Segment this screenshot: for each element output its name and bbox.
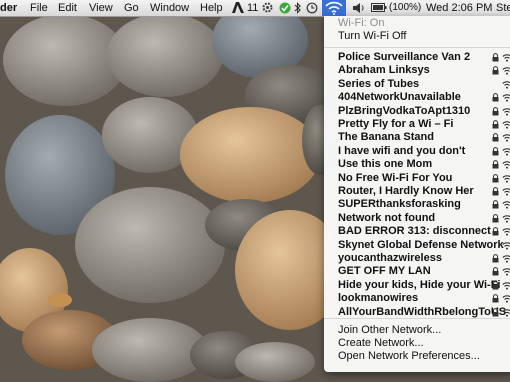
create-network-item[interactable]: Create Network...: [324, 337, 510, 350]
adobe-icon[interactable]: [232, 2, 244, 17]
network-item[interactable]: Use this one Mom: [324, 158, 510, 171]
menu-separator: [324, 47, 510, 48]
network-name: No Free Wi-Fi For You: [338, 171, 453, 184]
menu-go[interactable]: Go: [124, 1, 139, 15]
gear-icon[interactable]: [262, 2, 273, 17]
network-name: PlzBringVodkaToApt1310: [338, 104, 471, 117]
network-item[interactable]: Police Surveillance Van 2: [324, 51, 510, 64]
join-other-network-item[interactable]: Join Other Network...: [324, 324, 510, 337]
network-item[interactable]: Pretty Fly for a Wi – Fi: [324, 118, 510, 131]
network-item[interactable]: Skynet Global Defense Network: [324, 239, 510, 252]
network-name: AllYourBandWidthRbelongToUS: [338, 305, 507, 318]
network-item[interactable]: GET OFF MY LAN: [324, 265, 510, 278]
network-item[interactable]: 404NetworkUnavailable: [324, 91, 510, 104]
menu-help[interactable]: Help: [200, 1, 223, 15]
network-name: 404NetworkUnavailable: [338, 91, 461, 104]
network-name: Pretty Fly for a Wi – Fi: [338, 118, 454, 130]
menu-file[interactable]: File: [30, 1, 48, 15]
network-name: Use this one Mom: [338, 158, 433, 171]
network-name: SUPERthanksforasking: [338, 198, 461, 211]
network-name: The Banana Stand: [338, 131, 434, 144]
network-name: Police Surveillance Van 2: [338, 51, 471, 63]
network-name: youcanthazwireless: [338, 252, 442, 264]
time-machine-icon[interactable]: [306, 2, 318, 18]
menu-window[interactable]: Window: [150, 1, 189, 15]
adobe-badge-count: 11: [247, 2, 259, 14]
wifi-menu-icon[interactable]: [322, 0, 346, 16]
open-network-preferences-item[interactable]: Open Network Preferences...: [324, 350, 510, 363]
network-name: lookmanowires: [338, 292, 419, 305]
network-item[interactable]: Hide your kids, Hide your Wi-Fi: [324, 279, 510, 292]
network-item[interactable]: The Banana Stand: [324, 131, 510, 144]
network-name: Network not found: [338, 211, 436, 224]
turn-wifi-off-item[interactable]: Turn Wi-Fi Off: [324, 30, 510, 43]
clock[interactable]: Wed 2:06 PM: [426, 1, 492, 15]
battery-percentage: (100%): [389, 2, 422, 13]
network-item[interactable]: BAD ERROR 313: disconnect: [324, 225, 510, 238]
network-item[interactable]: No Free Wi-Fi For You: [324, 172, 510, 185]
menu-edit[interactable]: Edit: [58, 1, 77, 15]
wifi-dropdown-menu: Wi-Fi: On Turn Wi-Fi Off Police Surveill…: [324, 16, 510, 372]
network-item[interactable]: AllYourBandWidthRbelongToUS: [324, 306, 510, 319]
menu-view[interactable]: View: [89, 1, 113, 15]
network-item[interactable]: youcanthazwireless: [324, 252, 510, 265]
menu-bar: der File Edit View Go Window Help 11 (10…: [0, 0, 510, 17]
network-item[interactable]: I have wifi and you don't: [324, 145, 510, 158]
network-name: Series of Tubes: [338, 77, 420, 90]
network-name: Abraham Linksys: [338, 64, 430, 77]
network-name: Router, I Hardly Know Her: [338, 185, 474, 197]
user-menu[interactable]: Ste: [496, 1, 510, 15]
network-item[interactable]: lookmanowires: [324, 292, 510, 305]
bluetooth-icon[interactable]: [294, 2, 302, 18]
network-item[interactable]: PlzBringVodkaToApt1310: [324, 105, 510, 118]
network-name: GET OFF MY LAN: [338, 265, 431, 278]
battery-icon[interactable]: [371, 2, 387, 17]
network-item[interactable]: Network not found: [324, 212, 510, 225]
menu-separator: [324, 318, 510, 319]
network-item[interactable]: SUPERthanksforasking: [324, 198, 510, 211]
network-name: BAD ERROR 313: disconnect: [338, 225, 491, 238]
network-name: Hide your kids, Hide your Wi-Fi: [338, 278, 501, 291]
wifi-status: Wi-Fi: On: [338, 17, 385, 29]
network-item[interactable]: Series of Tubes: [324, 78, 510, 91]
app-name-menu[interactable]: der: [0, 1, 17, 15]
check-icon[interactable]: [279, 2, 291, 18]
network-name: Skynet Global Defense Network: [338, 238, 504, 251]
network-item[interactable]: Abraham Linksys: [324, 64, 510, 77]
network-name: I have wifi and you don't: [338, 144, 466, 157]
network-item[interactable]: Router, I Hardly Know Her: [324, 185, 510, 198]
